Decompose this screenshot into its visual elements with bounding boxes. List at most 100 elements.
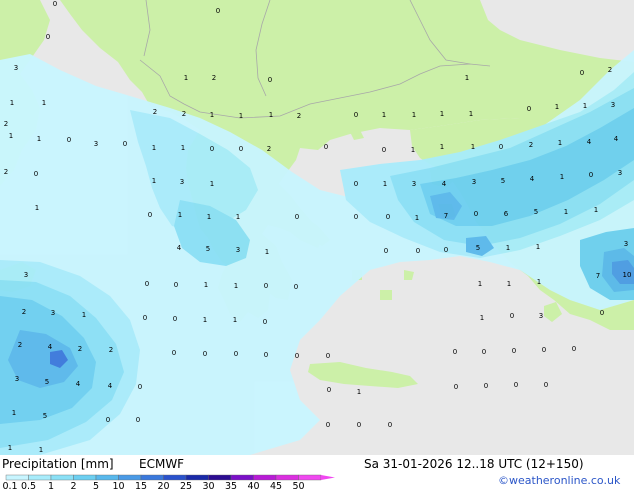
land-cyclades-3 xyxy=(404,270,414,280)
precip-value: 3 xyxy=(24,271,28,279)
precip-value: 0 xyxy=(53,0,57,8)
precip-value: 0 xyxy=(145,280,149,288)
precip-value: 1 xyxy=(382,111,386,119)
legend-swatch xyxy=(275,474,299,481)
precip-value: 0 xyxy=(106,416,110,424)
precip-value: 3 xyxy=(618,169,622,177)
legend-swatch xyxy=(163,474,187,481)
precip-value: 4 xyxy=(177,244,182,252)
precip-value: 3 xyxy=(611,101,615,109)
precip-value: 0 xyxy=(268,76,272,84)
precip-value: 0 xyxy=(203,350,207,358)
precip-value: 2 xyxy=(153,108,157,116)
precip-value: 1 xyxy=(236,213,240,221)
precip-value: 4 xyxy=(48,343,53,351)
precip-value: 3 xyxy=(94,140,98,148)
precip-value: 5 xyxy=(43,412,47,420)
legend-tick-label: 45 xyxy=(270,481,282,490)
precip-value: 0 xyxy=(295,352,299,360)
legend-swatch xyxy=(253,474,277,481)
precip-value: 3 xyxy=(236,246,240,254)
precip-value: 1 xyxy=(37,135,41,143)
precip-value: 1 xyxy=(480,314,484,322)
precip-value: 1 xyxy=(583,102,587,110)
precip-value: 0 xyxy=(544,381,548,389)
precip-value: 0 xyxy=(600,309,604,317)
precip-value: 2 xyxy=(4,120,8,128)
legend-swatch xyxy=(208,474,232,481)
precip-value: 3 xyxy=(51,309,55,317)
credit-link[interactable]: ©weatheronline.co.uk xyxy=(498,474,620,487)
precip-value: 0 xyxy=(327,386,331,394)
legend-swatch xyxy=(118,474,142,481)
precip-value: 1 xyxy=(203,316,207,324)
legend-tick-label: 20 xyxy=(157,481,169,490)
precip-value: 0 xyxy=(512,347,516,355)
precip-value: 3 xyxy=(624,240,628,248)
precip-value: 0 xyxy=(216,7,220,15)
legend-swatch xyxy=(50,474,74,481)
precip-value: 10 xyxy=(623,271,632,279)
valid-time: Sa 31-01-2026 12..18 UTC (12+150) xyxy=(364,457,584,471)
precip-value: 1 xyxy=(537,278,541,286)
precip-value: 3 xyxy=(180,178,184,186)
precip-value: 0 xyxy=(388,421,392,429)
precip-value: 1 xyxy=(469,110,473,118)
legend-swatches xyxy=(5,474,335,481)
precip-value: 0 xyxy=(295,213,299,221)
precip-value: 6 xyxy=(504,210,509,218)
precip-value: 0 xyxy=(510,312,514,320)
precip-value: 1 xyxy=(184,74,188,82)
precip-value: 0 xyxy=(143,314,147,322)
precip-value: 4 xyxy=(587,138,592,146)
precip-value: 1 xyxy=(558,139,562,147)
precip-value: 1 xyxy=(239,112,243,120)
precip-value: 1 xyxy=(265,248,269,256)
precip-value: 0 xyxy=(67,136,71,144)
legend-swatch xyxy=(298,474,322,481)
precip-value: 0 xyxy=(514,381,518,389)
land-crete xyxy=(308,362,418,388)
precip-value: 0 xyxy=(234,350,238,358)
precip-value: 0 xyxy=(148,211,152,219)
precip-value: 1 xyxy=(207,213,211,221)
precip-value: 0 xyxy=(484,382,488,390)
precip-value: 0 xyxy=(138,383,142,391)
precip-value: 1 xyxy=(383,180,387,188)
precip-value: 1 xyxy=(233,316,237,324)
precip-value: 0 xyxy=(264,351,268,359)
precip-value: 7 xyxy=(596,272,600,280)
legend-tick-label: 50 xyxy=(292,481,304,490)
legend-swatch xyxy=(95,474,119,481)
legend-tick-label: 5 xyxy=(93,481,99,490)
precip-value: 1 xyxy=(10,99,14,107)
precip-value: 0 xyxy=(572,345,576,353)
precipitation-map: 0003120102112211120111101131103011002001… xyxy=(0,0,634,455)
precip-value: 0 xyxy=(580,69,584,77)
precip-value: 1 xyxy=(9,132,13,140)
precip-value: 1 xyxy=(181,144,185,152)
precip-value: 0 xyxy=(324,143,328,151)
precip-value: 2 xyxy=(78,345,82,353)
precip-value: 0 xyxy=(239,145,243,153)
precip-value: 2 xyxy=(109,346,113,354)
legend-tick-label: 2 xyxy=(70,481,76,490)
legend-tick-label: 0.5 xyxy=(21,481,36,490)
precip-value: 0 xyxy=(264,282,268,290)
precip-value: 1 xyxy=(178,211,182,219)
precip-value: 1 xyxy=(478,280,482,288)
precip-value: 0 xyxy=(357,421,361,429)
precip-value: 0 xyxy=(499,143,503,151)
precip-value: 5 xyxy=(534,208,538,216)
precip-value: 2 xyxy=(297,112,301,120)
precip-value: 1 xyxy=(564,208,568,216)
precip-value: 1 xyxy=(471,143,475,151)
precip-value: 0 xyxy=(453,348,457,356)
precip-value: 4 xyxy=(530,175,535,183)
precip-value: 1 xyxy=(12,409,16,417)
precip-value: 0 xyxy=(354,180,358,188)
legend-ticks: 0.1 0.5 1 2 5 10 15 20 25 30 35 40 45 50 xyxy=(2,481,304,490)
legend-swatch xyxy=(230,474,254,481)
precip-value: 0 xyxy=(210,145,214,153)
precip-value: 4 xyxy=(76,380,81,388)
